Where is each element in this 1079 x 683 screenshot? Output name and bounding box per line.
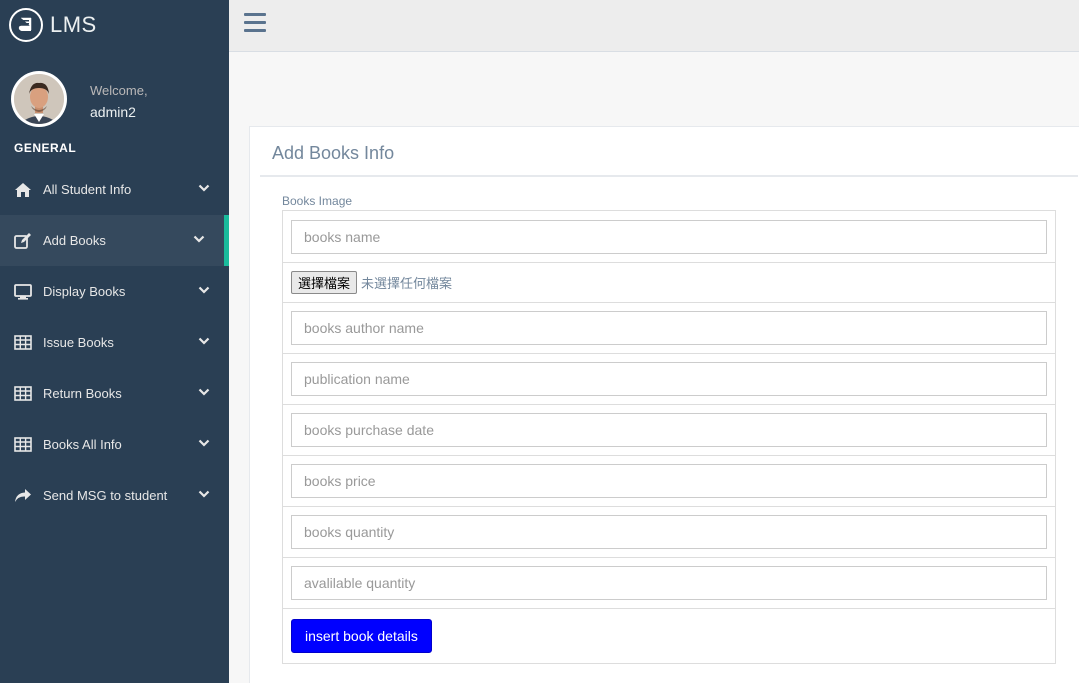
- avatar[interactable]: [11, 71, 67, 127]
- publication-name-input[interactable]: [291, 362, 1047, 396]
- form-row: [283, 404, 1055, 455]
- price-input[interactable]: [291, 464, 1047, 498]
- chevron-down-icon: [198, 437, 210, 449]
- form-row: [283, 557, 1055, 608]
- welcome-text: Welcome,: [90, 83, 148, 98]
- table-icon: [14, 385, 32, 403]
- form-row: insert book details: [283, 608, 1055, 663]
- books-name-input[interactable]: [291, 219, 1047, 254]
- chevron-down-icon: [198, 386, 210, 398]
- form-row: [283, 302, 1055, 353]
- sidebar: LMS Welcome, admin2 GENERAL All Student …: [0, 0, 229, 683]
- form-row: [283, 211, 1055, 262]
- books-image-label: Books Image: [282, 194, 353, 208]
- add-books-panel: Add Books Info Books Image 選擇檔案 未選擇任何檔案: [249, 126, 1079, 683]
- form-row: [283, 353, 1055, 404]
- sidebar-item-add-books[interactable]: Add Books: [0, 215, 229, 266]
- menu-toggle-icon[interactable]: [244, 13, 266, 32]
- form-row: [283, 506, 1055, 557]
- brand[interactable]: LMS: [0, 0, 229, 50]
- home-icon: [14, 181, 32, 199]
- chevron-down-icon: [198, 488, 210, 500]
- profile: Welcome, admin2: [0, 50, 229, 140]
- table-icon: [14, 436, 32, 454]
- form-row: [283, 455, 1055, 506]
- share-icon: [14, 487, 32, 505]
- chevron-down-icon: [193, 233, 205, 245]
- sidebar-item-return-books[interactable]: Return Books: [0, 368, 229, 419]
- form-row: 選擇檔案 未選擇任何檔案: [283, 262, 1055, 302]
- menu-section-title: GENERAL: [14, 141, 77, 155]
- choose-file-button[interactable]: 選擇檔案: [291, 271, 358, 294]
- edit-icon: [14, 232, 32, 250]
- available-quantity-input[interactable]: [291, 566, 1047, 600]
- purchase-date-input[interactable]: [291, 413, 1047, 447]
- chevron-down-icon: [198, 284, 210, 296]
- table-icon: [14, 334, 32, 352]
- desktop-icon: [14, 283, 32, 301]
- username: admin2: [90, 104, 136, 120]
- insert-book-button[interactable]: insert book details: [291, 619, 432, 653]
- sidebar-item-issue-books[interactable]: Issue Books: [0, 317, 229, 368]
- file-status-text: 未選擇任何檔案: [361, 277, 453, 292]
- top-navbar: [229, 0, 1079, 52]
- sidebar-item-all-student-info[interactable]: All Student Info: [0, 164, 229, 215]
- brand-title: LMS: [50, 12, 97, 37]
- quantity-input[interactable]: [291, 515, 1047, 549]
- sidebar-item-display-books[interactable]: Display Books: [0, 266, 229, 317]
- sidebar-item-books-all-info[interactable]: Books All Info: [0, 419, 229, 470]
- sidebar-item-send-msg[interactable]: Send MSG to student: [0, 470, 229, 521]
- chevron-down-icon: [198, 182, 210, 194]
- author-name-input[interactable]: [291, 311, 1047, 345]
- panel-title: Add Books Info: [272, 143, 395, 163]
- add-book-form: 選擇檔案 未選擇任何檔案 insert book details: [282, 210, 1056, 664]
- book-icon: [9, 8, 43, 42]
- chevron-down-icon: [198, 335, 210, 347]
- panel-divider: [260, 175, 1078, 177]
